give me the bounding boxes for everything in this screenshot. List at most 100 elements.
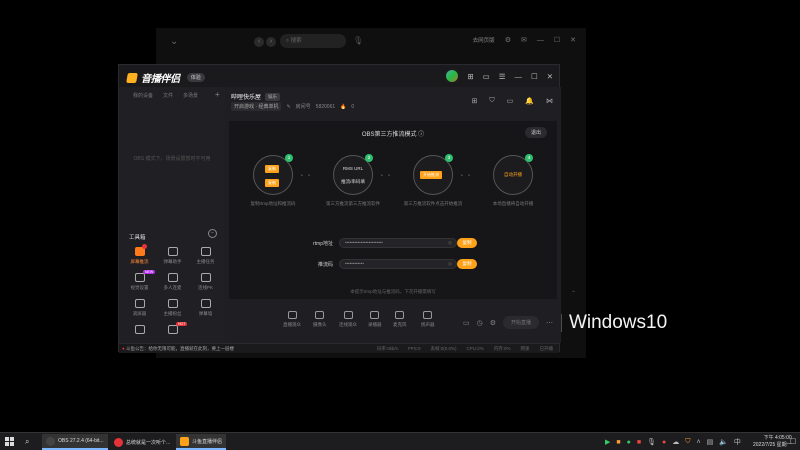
eye-icon[interactable]: ◎ [448, 260, 452, 268]
forward-icon[interactable]: › [266, 37, 276, 47]
settings-icon[interactable]: ⚙ [490, 319, 496, 327]
room-title[interactable]: 哔哩快乐屋 [231, 92, 261, 101]
minimize-icon[interactable]: — [514, 72, 522, 81]
tool-tasks[interactable]: 主播任务 [189, 247, 222, 265]
app-tray-icon[interactable]: ■ [616, 439, 620, 446]
more-icon[interactable]: ⋯ [546, 319, 553, 327]
fans-icon [167, 299, 178, 308]
tool-multi-mic[interactable]: 多人连麦 [156, 273, 189, 291]
tool-fans[interactable]: 主播粉丝 [156, 299, 189, 317]
browser-icon [114, 437, 123, 447]
help-icon[interactable]: ⓘ [418, 132, 424, 138]
step3-start-button: 开始推流 [420, 171, 442, 179]
mic-icon[interactable]: 🎙 [353, 36, 363, 45]
tool-pk[interactable]: 连线PK [189, 273, 222, 291]
recorder-button[interactable]: 录播器 [368, 311, 382, 328]
clock[interactable]: 下午 4:05:00 2022/7/25 星期一 [753, 435, 792, 449]
stream-key-copy-button[interactable]: 复制 [457, 259, 477, 269]
wechat-icon[interactable]: ● [627, 439, 631, 446]
share-icon[interactable]: ⋈ [546, 97, 553, 105]
room-category[interactable]: 开启游戏 · 经典单机 [231, 102, 282, 111]
tool-danmaku[interactable]: 弹幕助手 [156, 247, 189, 265]
timer-icon[interactable]: ◷ [477, 319, 483, 327]
viewers-button[interactable]: 直播观众 [283, 311, 301, 328]
start-live-button[interactable]: 开始直播 [502, 316, 539, 329]
tool-icon [134, 325, 145, 334]
room-id-label: 房间号 [295, 104, 311, 110]
close-icon[interactable]: ✕ [570, 36, 576, 44]
taskbar-item-douyu[interactable]: 斗鱼直播伴侣 [176, 434, 227, 450]
speaker-button[interactable]: 扬声器 [421, 311, 435, 328]
camera-button[interactable]: 摄像头 [313, 311, 327, 328]
toolbox-grid: 屏幕推流 弹幕助手 主播任务 NEW 视觉设置 多人连麦 连线PK 滚屏器 主播… [123, 244, 223, 334]
rtmp-field[interactable]: •••••••••••••••••••••••• ◎ [339, 238, 457, 248]
shield-icon[interactable]: ⛉ [489, 97, 494, 105]
ime-icon[interactable]: 中 [734, 437, 741, 447]
notification-icon[interactable]: ▢ [790, 437, 797, 445]
mail-icon[interactable]: ✉ [521, 36, 527, 44]
shield-tray-icon[interactable]: ⛉ [685, 438, 690, 446]
bell-icon[interactable]: 🔔 [525, 97, 534, 105]
notice-text[interactable]: ● 斗鱼公告：给你无限可能，直播就在此刻，要上一层楼 [122, 346, 234, 352]
chevron-up-icon[interactable]: ˄ [696, 439, 700, 446]
step1-copy-button: 复制 [265, 165, 279, 173]
record-tray-icon[interactable]: ● [662, 439, 666, 446]
rtmp-copy-button[interactable]: 复制 [457, 238, 477, 248]
record-icon[interactable]: ▭ [463, 319, 470, 327]
gift-icon[interactable]: ⊞ [467, 72, 473, 81]
scene-empty-text: OBS 模式下，场景设置暂时不可用 [133, 156, 211, 162]
edit-icon[interactable]: ✎ [286, 104, 290, 110]
taskbar-item-obs[interactable]: OBS 27.2.4 (64-bit... [42, 434, 108, 450]
exit-button[interactable]: 退出 [524, 127, 547, 138]
network-icon[interactable]: ▤ [707, 438, 714, 446]
viewers-icon [287, 311, 297, 319]
app-badge[interactable]: 体验 [186, 73, 205, 82]
tool-visual[interactable]: NEW 视觉设置 [123, 270, 156, 291]
link-viewers-button[interactable]: 连线观众 [339, 311, 357, 328]
maximize-icon[interactable]: ☐ [531, 72, 538, 81]
tab-scenes[interactable]: 多场景 [183, 92, 198, 99]
tab-files[interactable]: 文件 [163, 92, 173, 99]
sidebar: 我的设备 文件 多场景 + OBS 模式下，场景设置暂时不可用 工具箱 − 屏幕… [119, 87, 225, 343]
scroll-arrow-icon[interactable]: ⌃ [571, 290, 581, 297]
speaker-icon [423, 311, 433, 319]
tool-screen-push[interactable]: 屏幕推流 [123, 244, 156, 265]
add-icon[interactable]: + [215, 90, 220, 99]
play-icon[interactable]: ▶ [605, 438, 610, 446]
menu-icon[interactable]: ☰ [499, 72, 506, 81]
notify-tray-icon[interactable]: ■ [637, 439, 641, 446]
collapse-icon[interactable]: − [208, 229, 217, 238]
web-version-link[interactable]: 去网页版 [473, 36, 495, 44]
tool-danmaku-wall[interactable]: 弹幕墙 [189, 299, 222, 317]
settings-icon[interactable]: ⚙ [505, 36, 511, 44]
close-icon[interactable]: ✕ [547, 72, 553, 81]
microphone-button[interactable]: 麦克风 [393, 311, 407, 328]
step-4: 4 自动开播 [493, 154, 533, 195]
stream-stats: 码率:0kb/s FPS:0 丢帧:0(0.0%) CPU:2% 内存:0% 网… [376, 346, 553, 351]
tab-devices[interactable]: 我的设备 [133, 92, 153, 99]
room-header: 哔哩快乐屋 娱乐 开启游戏 · 经典单机 ✎ 房间号 5820061 🔥 0 ⊞… [225, 87, 561, 113]
taskbar-item-browser[interactable]: 总统就是一次听个... [110, 434, 174, 450]
cloud-icon[interactable]: ☁ [672, 438, 679, 446]
search-icon[interactable]: ⌕ [25, 437, 29, 447]
eye-icon[interactable]: ◎ [448, 239, 452, 247]
main-panel: 哔哩快乐屋 娱乐 开启游戏 · 经典单机 ✎ 房间号 5820061 🔥 0 ⊞… [225, 87, 561, 343]
chevron-down-icon[interactable]: ⌄ [170, 36, 178, 47]
minimize-icon[interactable]: — [537, 37, 544, 44]
message-icon[interactable]: ▭ [483, 72, 490, 81]
avatar[interactable] [446, 70, 459, 82]
tool-scroller[interactable]: 滚屏器 [123, 299, 156, 317]
volume-icon[interactable]: 🔈 [719, 438, 728, 446]
screen-icon[interactable]: ▭ [507, 97, 514, 105]
mic-tray-icon[interactable]: 🎙 [647, 438, 656, 446]
maximize-icon[interactable]: ☐ [554, 36, 560, 44]
taskbar: ⌕ OBS 27.2.4 (64-bit... 总统就是一次听个... 斗鱼直播… [0, 432, 800, 450]
windows-start-icon[interactable] [5, 437, 14, 446]
gift-icon[interactable]: ⊞ [472, 97, 478, 105]
stream-key-field[interactable]: •••••••••••• ◎ [339, 259, 457, 269]
tool-extra-1[interactable] [123, 325, 156, 334]
bg-search-input[interactable]: ⌕ 搜索 [280, 34, 346, 48]
back-icon[interactable]: ‹ [254, 37, 264, 47]
tool-extra-2[interactable]: HOT [156, 322, 189, 334]
step-1-desc: 复制rtmp地址和推流码 [250, 201, 296, 206]
